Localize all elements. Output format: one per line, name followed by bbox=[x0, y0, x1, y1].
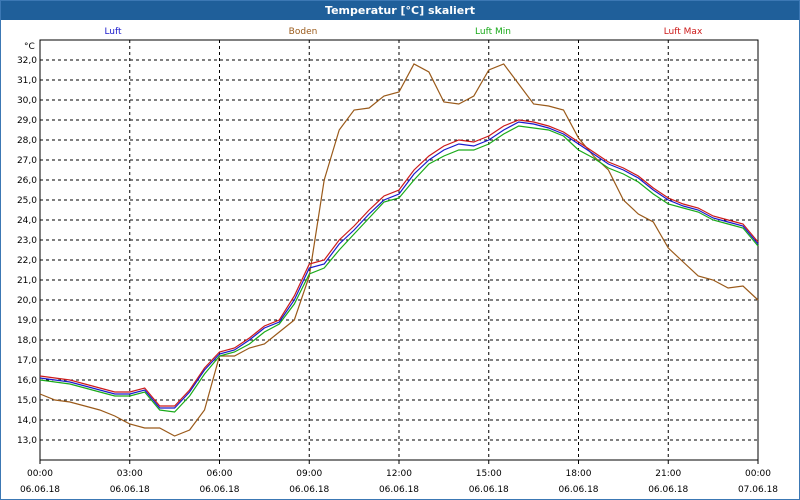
y-tick-label: 27,0 bbox=[17, 156, 37, 166]
x-tick-date: 06.06.18 bbox=[469, 485, 509, 495]
x-tick-time: 18:00 bbox=[566, 469, 592, 479]
x-tick-date: 06.06.18 bbox=[648, 485, 688, 495]
x-tick-date: 06.06.18 bbox=[199, 485, 239, 495]
y-tick-label: 13,0 bbox=[17, 436, 37, 446]
x-tick-time: 12:00 bbox=[386, 469, 412, 479]
x-tick-time: 21:00 bbox=[655, 469, 681, 479]
x-tick-time: 03:00 bbox=[117, 469, 143, 479]
x-tick-time: 15:00 bbox=[476, 469, 502, 479]
legend: Luft Boden Luft Min Luft Max bbox=[104, 27, 703, 37]
temperature-chart: 13,0 14,0 15,0 16,0 17,0 18,0 19,0 20,0 21,0 22,0… bbox=[17, 27, 778, 495]
y-tick-label: 22,0 bbox=[17, 256, 37, 266]
y-tick-label: 21,0 bbox=[17, 276, 37, 286]
x-tick-time: 00:00 bbox=[745, 469, 771, 479]
y-tick-label: 14,0 bbox=[17, 416, 37, 426]
y-tick-label: 28,0 bbox=[17, 136, 37, 146]
x-tick-date: 06.06.18 bbox=[20, 485, 60, 495]
legend-item-luft: Luft bbox=[104, 27, 122, 37]
legend-item-luft-max: Luft Max bbox=[664, 27, 703, 37]
legend-item-boden: Boden bbox=[289, 27, 318, 37]
y-tick-label: 18,0 bbox=[17, 336, 37, 346]
x-tick-time: 06:00 bbox=[207, 469, 233, 479]
y-axis-label: °C bbox=[24, 42, 35, 52]
y-tick-label: 15,0 bbox=[17, 396, 37, 406]
y-tick-label: 26,0 bbox=[17, 176, 37, 186]
y-tick-label: 19,0 bbox=[17, 316, 37, 326]
x-tick-date: 07.06.18 bbox=[738, 485, 778, 495]
y-tick-label: 32,0 bbox=[17, 56, 37, 66]
x-tick-date: 06.06.18 bbox=[379, 485, 419, 495]
y-tick-label: 31,0 bbox=[17, 76, 37, 86]
legend-item-luft-min: Luft Min bbox=[475, 27, 511, 37]
y-tick-label: 16,0 bbox=[17, 376, 37, 386]
x-tick-date: 06.06.18 bbox=[289, 485, 329, 495]
x-tick-date: 06.06.18 bbox=[558, 485, 598, 495]
y-tick-label: 25,0 bbox=[17, 196, 37, 206]
y-tick-label: 23,0 bbox=[17, 236, 37, 246]
x-tick-date: 06.06.18 bbox=[110, 485, 150, 495]
y-tick-label: 29,0 bbox=[17, 116, 37, 126]
y-tick-label: 24,0 bbox=[17, 216, 37, 226]
y-tick-label: 20,0 bbox=[17, 296, 37, 306]
x-tick-time: 09:00 bbox=[296, 469, 322, 479]
x-tick-time: 00:00 bbox=[27, 469, 53, 479]
y-tick-label: 30,0 bbox=[17, 96, 37, 106]
y-tick-label: 17,0 bbox=[17, 356, 37, 366]
